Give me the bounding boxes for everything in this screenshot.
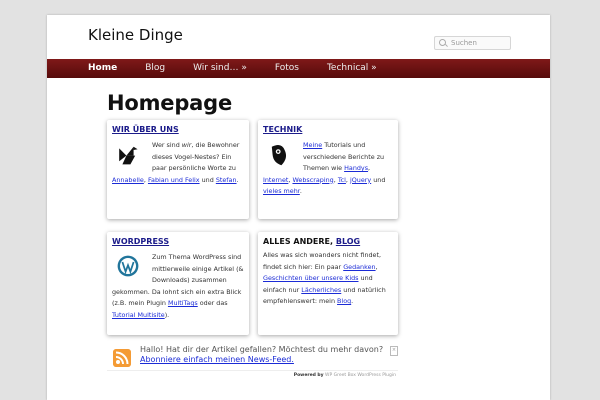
powered-link[interactable]: WP Greet Box WordPress Plugin [325, 373, 396, 378]
card-text: , [368, 164, 371, 172]
search-placeholder: Suchen [451, 39, 477, 47]
main-nav: Home Blog Wir sind… » Fotos Technical » [47, 59, 550, 78]
link-fabian-felix[interactable]: Fabian und Felix [148, 176, 200, 184]
powered-label: Powered by [293, 373, 324, 378]
card-title-link-blog[interactable]: BLOG [336, 237, 360, 246]
card-alles-andere: ALLES ANDERE, BLOG Alles was sich woande… [258, 232, 398, 335]
link-internet[interactable]: Internet [263, 176, 288, 184]
card-title-link[interactable]: WORDPRESS [112, 237, 169, 246]
subscribe-link[interactable]: Abonniere einfach meinen News-Feed. [140, 355, 294, 364]
card-text-em: wir [181, 141, 192, 149]
card-wir-ueber-uns: WIR ÜBER UNS Wer sind wir, die Bewohner … [107, 120, 249, 219]
site-title[interactable]: Kleine Dinge [88, 26, 183, 44]
greet-text: Hallo! Hat dir der Artikel gefallen? Möc… [140, 345, 384, 354]
card-text: . [236, 175, 239, 184]
card-wordpress: WORDPRESS Zum Thema WordPress sind mittl… [107, 232, 249, 335]
link-annabelle[interactable]: Annabelle [112, 176, 144, 184]
powered-by: Powered by WP Greet Box WordPress Plugin [107, 370, 398, 380]
link-gedanken[interactable]: Gedanken [343, 263, 375, 271]
card-technik: TECHNIK Meine Tutorials und verschiedene… [258, 120, 398, 219]
card-text: . [299, 187, 302, 195]
card-text: und [199, 175, 216, 184]
card-text: oder das [197, 299, 228, 307]
link-blog[interactable]: Blog [337, 297, 351, 305]
nav-item-wir-sind[interactable]: Wir sind… » [179, 59, 261, 78]
link-webscraping[interactable]: Webscraping [292, 176, 333, 184]
wordpress-icon [117, 255, 139, 277]
link-vieles-mehr[interactable]: vieles mehr [263, 187, 300, 195]
card-text: ). [164, 310, 170, 319]
nav-item-technical[interactable]: Technical » [313, 59, 391, 78]
search-input[interactable]: Suchen [434, 36, 511, 50]
card-text: und [371, 175, 386, 184]
card-text: . [351, 297, 354, 305]
bird-icon [116, 142, 140, 166]
card-title: ALLES ANDERE, [263, 237, 336, 246]
rss-icon [113, 349, 131, 367]
page-title: Homepage [107, 91, 233, 115]
link-tcl[interactable]: Tcl [338, 176, 346, 184]
link-stefan[interactable]: Stefan [216, 176, 237, 184]
nav-item-home[interactable]: Home [47, 59, 131, 78]
link-geschichten[interactable]: Geschichten über unsere Kids [263, 274, 359, 282]
link-multitags[interactable]: MultiTags [168, 299, 198, 307]
nav-item-blog[interactable]: Blog [131, 59, 179, 78]
card-title-link[interactable]: WIR ÜBER UNS [112, 125, 179, 134]
nav-item-fotos[interactable]: Fotos [261, 59, 313, 78]
close-icon[interactable]: × [390, 346, 398, 356]
search-icon [439, 39, 446, 46]
link-handys[interactable]: Handys [344, 164, 368, 172]
link-meine[interactable]: Meine [303, 141, 322, 149]
card-title-link[interactable]: TECHNIK [263, 125, 302, 134]
link-tutorial-multisite[interactable]: Tutorial Multisite [112, 311, 165, 319]
tcl-feather-icon [267, 142, 291, 166]
card-text: Wer sind [152, 141, 182, 149]
greet-box: Hallo! Hat dir der Artikel gefallen? Möc… [107, 345, 398, 378]
card-text: , [375, 262, 378, 271]
link-laecherliches[interactable]: Lächerliches [301, 286, 341, 294]
link-jquery[interactable]: jQuery [350, 176, 371, 184]
